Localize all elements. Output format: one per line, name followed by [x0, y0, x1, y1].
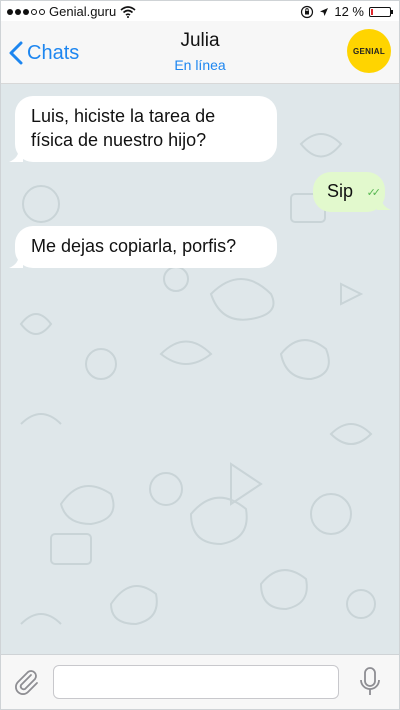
lock-rotation-icon	[301, 5, 314, 18]
contact-avatar[interactable]: GENIAL	[347, 29, 391, 73]
app-frame: Genial.guru 12 % Chats Julia En línea GE…	[0, 0, 400, 710]
signal-dot	[31, 8, 37, 15]
navigation-arrow-icon	[320, 7, 329, 16]
signal-dot	[39, 8, 45, 15]
message-text-line: Luis, hiciste la tarea de	[31, 106, 216, 126]
composer-bar	[1, 654, 399, 709]
message-text: Sip	[327, 181, 354, 201]
status-right: 12 %	[300, 4, 393, 19]
paperclip-icon[interactable]	[11, 667, 41, 697]
wifi-icon	[120, 5, 136, 18]
battery-icon	[369, 6, 393, 17]
incoming-bubble: Luis, hiciste la tarea de física de nues…	[15, 96, 277, 162]
outgoing-bubble: Sip ✓✓	[313, 172, 385, 212]
battery-percentage: 12 %	[334, 4, 364, 19]
signal-dot	[23, 8, 29, 15]
chat-wallpaper	[19, 133, 376, 626]
message-text: Me dejas copiarla, porfis?	[31, 236, 237, 256]
signal-dot	[15, 8, 21, 15]
status-left: Genial.guru	[7, 4, 136, 19]
battery-level	[371, 8, 373, 15]
contact-status: En línea	[174, 57, 226, 73]
contact-name[interactable]: Julia	[1, 30, 399, 52]
incoming-bubble: Me dejas copiarla, porfis?	[15, 226, 277, 268]
avatar-logo-text: GENIAL	[352, 46, 386, 56]
chat-area[interactable]: Luis, hiciste la tarea de física de nues…	[1, 84, 399, 654]
message-text-line: física de nuestro hijo?	[31, 130, 207, 150]
double-check-icon: ✓✓	[366, 187, 382, 199]
message-input[interactable]	[53, 665, 339, 699]
status-bar: Genial.guru 12 %	[1, 1, 399, 21]
signal-strength	[7, 8, 45, 15]
microphone-icon[interactable]	[357, 666, 383, 698]
chat-header: Chats Julia En línea GENIAL	[1, 21, 399, 84]
carrier-name: Genial.guru	[49, 4, 117, 19]
signal-dot	[7, 8, 13, 15]
